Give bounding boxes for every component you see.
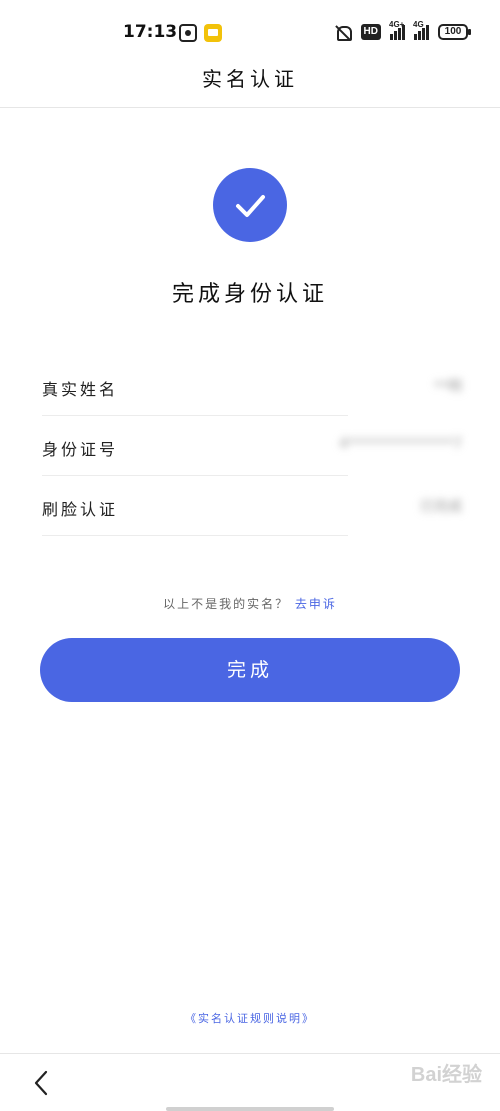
real-name-value: **明 [434,379,462,395]
hd-badge: HD [360,24,381,40]
status-indicators: HD 4G+ 4G 100 [334,20,471,42]
face-verification-value: 已完成 [420,499,462,515]
page-header: 实名认证 [0,64,500,108]
id-number-value: 4***************7 [339,436,462,452]
signal-4g-plus-icon: 4G+ [389,20,405,40]
page-title: 实名认证 [202,67,298,91]
id-number-label: 身份证号 [42,440,119,459]
appeal-line: 以上不是我的实名？ 去申诉 [0,595,500,612]
appeal-link[interactable]: 去申诉 [295,597,337,611]
identity-info-list: 真实姓名 **明 身份证号 4***************7 刷脸认证 已完成 [42,356,462,536]
home-indicator[interactable] [166,1107,334,1111]
info-row-real-name: 真实姓名 **明 [42,356,462,416]
battery-icon: 100 [438,24,471,40]
status-bar: 17:13 HD 4G+ 4G 100 [0,0,500,64]
appeal-text: 以上不是我的实名？ [163,597,290,611]
info-row-face-verification: 刷脸认证 已完成 [42,476,462,536]
message-app-icon [204,24,222,42]
done-button[interactable]: 完成 [40,638,460,702]
check-icon [213,168,287,242]
info-row-id-number: 身份证号 4***************7 [42,416,462,476]
status-time: 17:13 [123,22,178,42]
real-name-label: 真实姓名 [42,380,119,399]
rules-link[interactable]: 《实名认证规则说明》 [0,1010,500,1026]
divider [42,535,348,536]
mute-icon [334,24,352,41]
face-verification-label: 刷脸认证 [42,500,119,519]
chevron-left-icon[interactable] [30,1068,54,1098]
paw-app-icon [179,24,197,42]
watermark-logo: Bai经验 [410,1064,482,1086]
success-message: 完成身份认证 [171,282,328,307]
bottom-nav-bar: Bai经验 [0,1053,500,1111]
signal-4g-icon: 4G [413,20,429,40]
